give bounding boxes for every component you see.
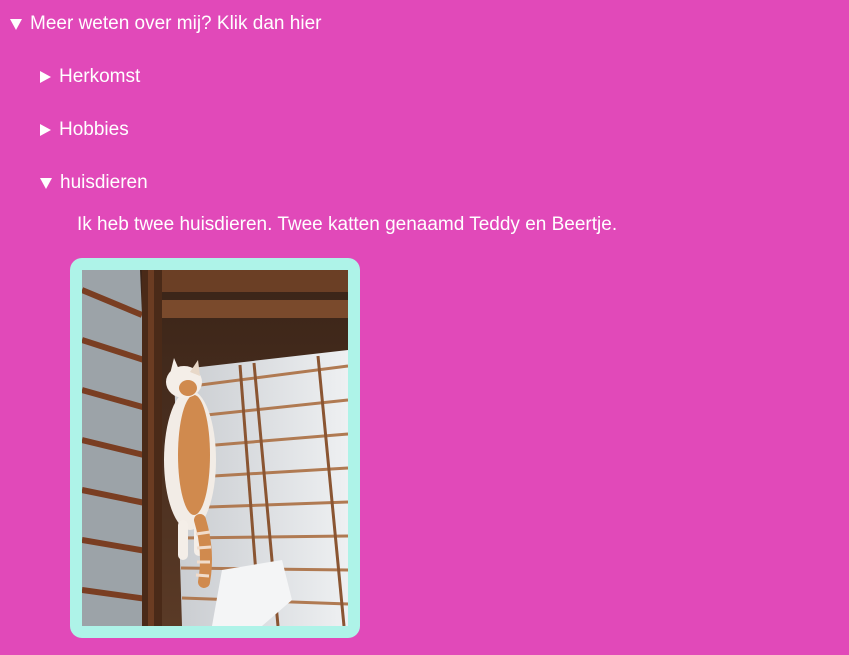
triangle-down-icon (40, 177, 52, 189)
triangle-right-icon (40, 124, 51, 136)
details-summary-herkomst[interactable]: Herkomst (40, 66, 140, 88)
summary-label-main: Meer weten over mij? Klik dan hier (30, 13, 322, 34)
summary-label-hobbies: Hobbies (59, 119, 129, 140)
cat-photo (82, 270, 348, 626)
huisdieren-paragraph: Ik heb twee huisdieren. Twee katten gena… (77, 214, 618, 235)
cat-photo-frame (70, 258, 360, 638)
triangle-right-icon (40, 71, 51, 83)
details-summary-hobbies[interactable]: Hobbies (40, 119, 129, 141)
summary-label-huisdieren: huisdieren (60, 172, 148, 193)
details-summary-huisdieren[interactable]: huisdieren (40, 172, 148, 194)
summary-label-herkomst: Herkomst (59, 66, 141, 87)
details-summary-main[interactable]: Meer weten over mij? Klik dan hier (10, 13, 321, 35)
triangle-down-icon (10, 18, 22, 30)
